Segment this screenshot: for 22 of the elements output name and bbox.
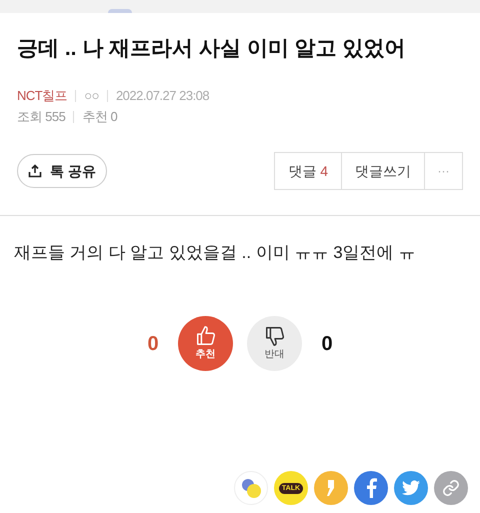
recommend-count: 추천 0 — [82, 108, 118, 126]
share-comma-icon[interactable] — [314, 471, 348, 505]
upvote-count: 0 — [146, 332, 160, 356]
author-name[interactable]: NCT칠프 — [17, 87, 68, 105]
post-title: 긍데 .. 나 재프라서 사실 이미 알고 있었어 — [16, 36, 407, 62]
comments-button[interactable]: 댓글 4 — [275, 153, 342, 189]
facebook-icon[interactable] — [354, 471, 388, 505]
upload-icon — [28, 164, 42, 178]
bird-icon[interactable] — [394, 471, 428, 505]
oppose-button[interactable]: 반대 — [247, 316, 302, 371]
link-icon[interactable] — [434, 471, 468, 505]
thumbs-down-icon — [264, 325, 286, 347]
thumbs-up-icon — [194, 325, 216, 347]
post-body: 재프들 거의 다 알고 있었을걸 .. 이미 ㅠㅠ 3일전에 ㅠ — [13, 242, 416, 264]
kakao-share-button[interactable]: 톡 공유 — [17, 154, 107, 188]
post-date: 2022.07.27 23:08 — [116, 87, 210, 105]
downvote-count: 0 — [320, 332, 334, 356]
view-count: 조회 555 — [17, 108, 66, 126]
author-grade: ○○ — [84, 87, 99, 105]
recommend-button[interactable]: 추천 — [178, 316, 233, 371]
write-comment-button[interactable]: 댓글쓰기 — [342, 153, 425, 189]
share-circles-icon[interactable] — [234, 471, 268, 505]
